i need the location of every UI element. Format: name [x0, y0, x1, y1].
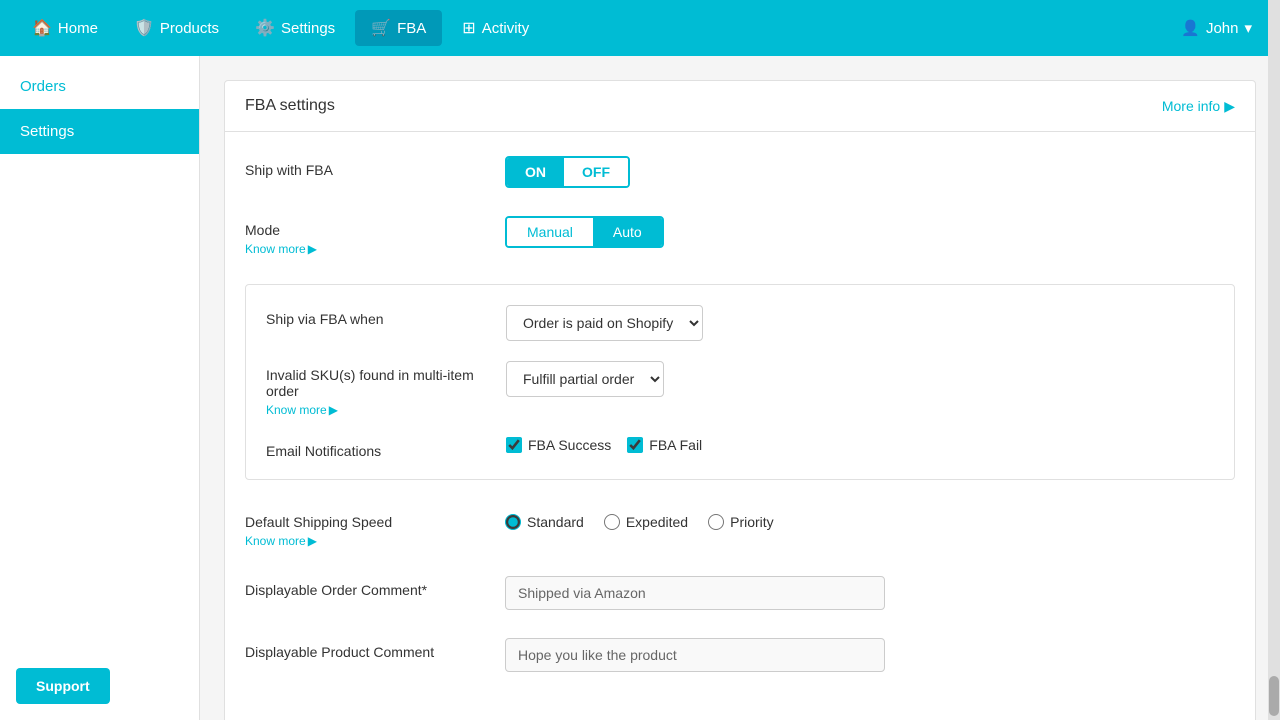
user-icon: 👤	[1181, 19, 1200, 37]
ship-with-fba-control: ON OFF	[505, 156, 1235, 188]
fba-fail-checkbox[interactable]	[627, 437, 643, 453]
nav-label-fba: FBA	[397, 20, 426, 37]
user-name: John	[1206, 20, 1239, 37]
expedited-label: Expedited	[604, 514, 688, 530]
inner-settings-card: Ship via FBA when Order is paid on Shopi…	[245, 284, 1235, 480]
shipping-speed-know-more[interactable]: Know more ▶	[245, 534, 505, 548]
ship-via-control: Order is paid on Shopify Order is placed…	[506, 305, 703, 341]
fba-settings-card: FBA settings More info ▶ Ship with FBA O…	[224, 80, 1256, 720]
nav-items: 🏠 Home 🛡️ Products ⚙️ Settings 🛒 FBA ⊞ A…	[16, 10, 1169, 46]
shipping-speed-label-container: Default Shipping Speed Know more ▶	[245, 508, 505, 548]
order-comment-control	[505, 576, 1235, 610]
fba-fail-text: FBA Fail	[649, 437, 702, 453]
nav-item-activity[interactable]: ⊞ Activity	[446, 10, 545, 46]
mode-label-container: Mode Know more ▶	[245, 216, 505, 256]
nav-item-home[interactable]: 🏠 Home	[16, 10, 114, 46]
home-icon: 🏠	[32, 18, 52, 38]
shipping-speed-radios: Standard Expedited Priority	[505, 508, 1235, 530]
invalid-sku-row: Invalid SKU(s) found in multi-item order…	[266, 361, 1214, 417]
order-comment-input[interactable]	[505, 576, 885, 610]
ship-via-label: Ship via FBA when	[266, 305, 506, 327]
invalid-sku-label-container: Invalid SKU(s) found in multi-item order…	[266, 361, 506, 417]
ship-via-select[interactable]: Order is paid on Shopify Order is placed…	[506, 305, 703, 341]
chevron-down-icon: ▾	[1244, 19, 1252, 37]
mode-manual-btn[interactable]: Manual	[507, 218, 593, 246]
fba-success-checkbox[interactable]	[506, 437, 522, 453]
priority-label: Priority	[708, 514, 774, 530]
standard-radio[interactable]	[505, 514, 521, 530]
order-comment-label: Displayable Order Comment*	[245, 576, 505, 598]
scrollbar-thumb[interactable]	[1269, 676, 1279, 716]
mode-toggle: Manual Auto	[505, 216, 664, 248]
settings-icon: ⚙️	[255, 18, 275, 38]
mode-auto-btn[interactable]: Auto	[593, 218, 662, 246]
ship-with-fba-label: Ship with FBA	[245, 156, 505, 178]
mode-label: Mode	[245, 222, 505, 238]
arrow-right-icon: ▶	[1224, 98, 1235, 115]
fba-icon: 🛒	[371, 18, 391, 38]
product-comment-control	[505, 638, 1235, 672]
main-content: FBA settings More info ▶ Ship with FBA O…	[200, 56, 1280, 720]
product-comment-row: Displayable Product Comment	[245, 638, 1235, 672]
nav-label-activity: Activity	[482, 20, 530, 37]
shipping-speed-label: Default Shipping Speed	[245, 514, 505, 530]
toggle-on-btn[interactable]: ON	[507, 158, 564, 186]
fba-success-label: FBA Success	[506, 437, 611, 453]
shipping-speed-row: Default Shipping Speed Know more ▶ Stand…	[245, 508, 1235, 548]
invalid-sku-label: Invalid SKU(s) found in multi-item order	[266, 367, 506, 399]
shipping-speed-control: Standard Expedited Priority	[505, 508, 1235, 530]
scrollbar[interactable]	[1268, 0, 1280, 720]
toggle-off-btn[interactable]: OFF	[564, 158, 628, 186]
email-notifications-label: Email Notifications	[266, 437, 506, 459]
sidebar-item-settings[interactable]: Settings	[0, 109, 199, 154]
ship-with-fba-row: Ship with FBA ON OFF	[245, 156, 1235, 188]
product-comment-input[interactable]	[505, 638, 885, 672]
nav-item-settings[interactable]: ⚙️ Settings	[239, 10, 351, 46]
standard-label: Standard	[505, 514, 584, 530]
sidebar-item-orders[interactable]: Orders	[0, 64, 199, 109]
user-menu[interactable]: 👤 John ▾	[1169, 11, 1264, 45]
mode-know-more[interactable]: Know more ▶	[245, 242, 505, 256]
email-notifications-row: Email Notifications FBA Success FBA Fail	[266, 437, 1214, 459]
sidebar: Orders Settings	[0, 56, 200, 720]
nav-item-fba[interactable]: 🛒 FBA	[355, 10, 442, 46]
more-info-link[interactable]: More info ▶	[1162, 98, 1235, 115]
nav-item-products[interactable]: 🛡️ Products	[118, 10, 235, 46]
mode-control: Manual Auto	[505, 216, 1235, 248]
chevron-right-icon-2: ▶	[329, 403, 338, 417]
navbar: 🏠 Home 🛡️ Products ⚙️ Settings 🛒 FBA ⊞ A…	[0, 0, 1280, 56]
nav-label-home: Home	[58, 20, 98, 37]
nav-label-products: Products	[160, 20, 219, 37]
fba-fail-label: FBA Fail	[627, 437, 702, 453]
chevron-right-icon-3: ▶	[308, 534, 317, 548]
card-body: Ship with FBA ON OFF Mode Know more	[225, 132, 1255, 720]
email-notifications-control: FBA Success FBA Fail	[506, 437, 702, 453]
product-comment-label: Displayable Product Comment	[245, 638, 505, 660]
activity-icon: ⊞	[462, 18, 475, 38]
mode-row: Mode Know more ▶ Manual Auto	[245, 216, 1235, 256]
main-layout: Orders Settings FBA settings More info ▶…	[0, 56, 1280, 720]
card-title: FBA settings	[245, 97, 335, 115]
nav-label-settings: Settings	[281, 20, 335, 37]
order-comment-row: Displayable Order Comment*	[245, 576, 1235, 610]
products-icon: 🛡️	[134, 18, 154, 38]
support-button[interactable]: Support	[16, 668, 110, 704]
invalid-sku-control: Fulfill partial order Cancel order Hold …	[506, 361, 664, 397]
ship-fba-toggle: ON OFF	[505, 156, 630, 188]
chevron-right-icon: ▶	[308, 242, 317, 256]
invalid-sku-know-more[interactable]: Know more ▶	[266, 403, 506, 417]
invalid-sku-select[interactable]: Fulfill partial order Cancel order Hold …	[506, 361, 664, 397]
priority-radio[interactable]	[708, 514, 724, 530]
fba-success-text: FBA Success	[528, 437, 611, 453]
ship-via-row: Ship via FBA when Order is paid on Shopi…	[266, 305, 1214, 341]
card-header: FBA settings More info ▶	[225, 81, 1255, 132]
expedited-radio[interactable]	[604, 514, 620, 530]
